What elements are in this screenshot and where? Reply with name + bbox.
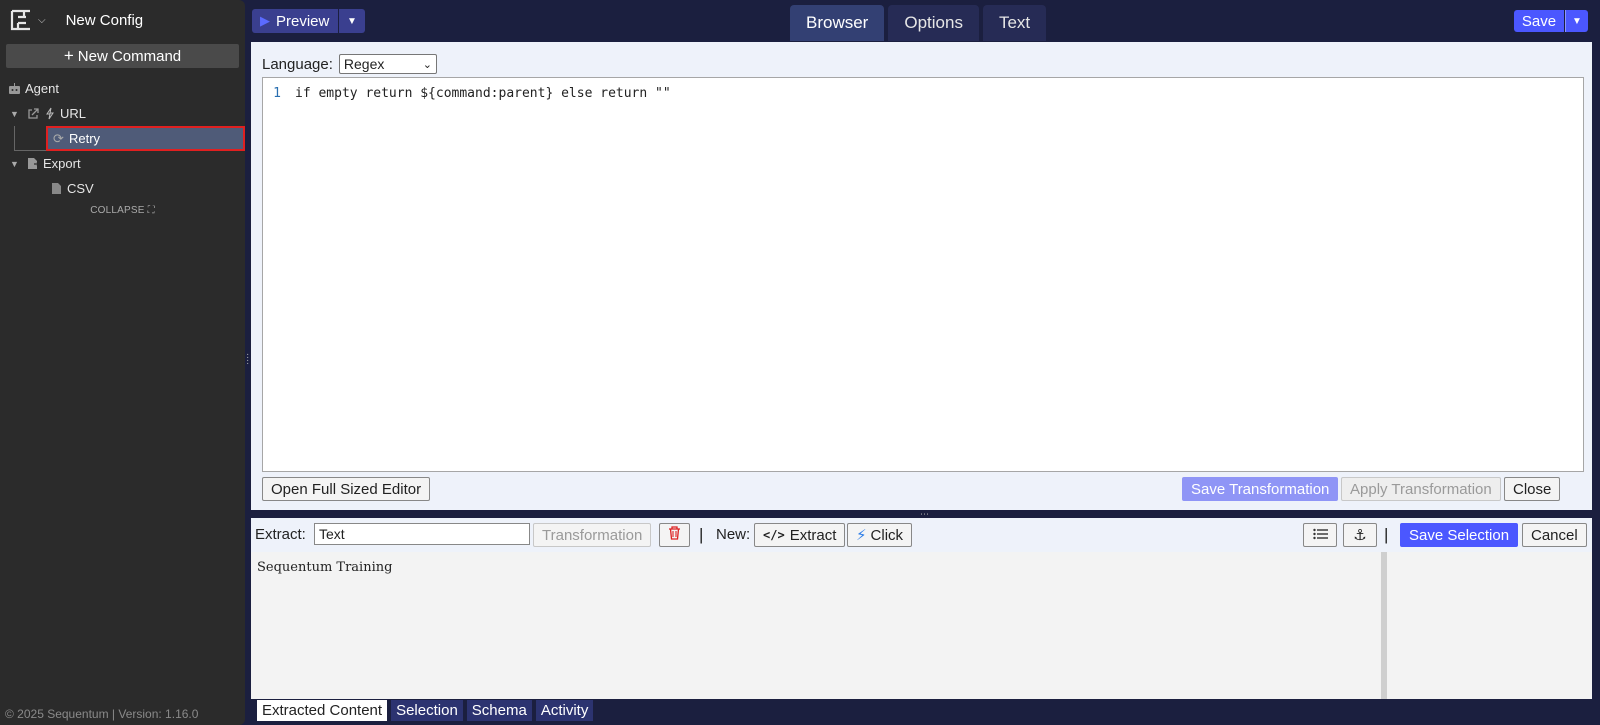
- extract-label: Extract:: [255, 526, 306, 543]
- top-bar: ▶ Preview ▼ Browser Options Text Save ▼: [252, 0, 1600, 42]
- chevron-down-icon[interactable]: ⌵: [38, 15, 46, 26]
- tab-activity[interactable]: Activity: [535, 700, 594, 721]
- save-dropdown-button[interactable]: ▼: [1565, 10, 1588, 32]
- tree-item-retry-wrapper: ⟳ Retry: [0, 126, 245, 151]
- extraction-panel: Extract: Text Transformation | New: </> …: [251, 518, 1592, 699]
- anchor-icon: ⚓: [1353, 527, 1367, 544]
- code-line: 1 if empty return ${command:parent} else…: [263, 78, 1583, 101]
- caret-down-icon: ▼: [347, 15, 357, 27]
- tree-item-label: Export: [43, 156, 81, 171]
- open-full-editor-button[interactable]: Open Full Sized Editor: [262, 477, 431, 501]
- caret-down-icon: ▼: [1572, 15, 1582, 27]
- tree-item-label: URL: [60, 106, 87, 121]
- code-editor[interactable]: 1 if empty return ${command:parent} else…: [262, 77, 1584, 472]
- expand-corners-icon: ⛶: [147, 205, 155, 216]
- language-select[interactable]: Regex ⌄: [338, 54, 437, 74]
- sidebar: ⌵ New Config + New Command Agent ▼ URL ⟳…: [0, 0, 245, 725]
- file-csv-icon: [50, 182, 63, 195]
- robot-icon: [8, 82, 21, 95]
- tab-text[interactable]: Text: [982, 5, 1047, 41]
- tree-item-label: CSV: [67, 181, 94, 196]
- collapse-label: COLLAPSE: [90, 205, 145, 216]
- config-title: New Config: [65, 11, 144, 29]
- refresh-icon: ⟳: [53, 130, 64, 146]
- extracted-content-text: Sequentum Training: [257, 560, 393, 575]
- lightning-icon: ⚡: [856, 527, 867, 544]
- external-link-icon: [26, 107, 39, 120]
- new-command-label: New Command: [77, 47, 182, 65]
- tree-item-agent[interactable]: Agent: [0, 76, 245, 101]
- sequentum-logo-icon[interactable]: [10, 9, 32, 31]
- apply-transformation-button[interactable]: Apply Transformation: [1341, 477, 1501, 501]
- view-tabs: Browser Options Text: [790, 5, 1047, 41]
- transformation-button[interactable]: Transformation: [533, 523, 652, 547]
- lightning-outline-icon: [43, 107, 56, 120]
- tree-guide-line: [14, 126, 15, 151]
- new-label: New:: [716, 526, 751, 543]
- line-number: 1: [273, 86, 281, 101]
- collapse-all-button[interactable]: COLLAPSE ⛶: [0, 205, 245, 216]
- play-icon: ▶: [260, 13, 270, 28]
- tab-extracted-content[interactable]: Extracted Content: [257, 700, 388, 721]
- language-value: Regex: [343, 56, 385, 72]
- transformation-editor-panel: Language: Regex ⌄ 1 if empty return ${co…: [251, 42, 1592, 510]
- click-button-label: Click: [870, 526, 904, 544]
- list-view-button[interactable]: [1303, 523, 1337, 547]
- tab-schema[interactable]: Schema: [466, 700, 532, 721]
- new-command-button[interactable]: + New Command: [6, 44, 239, 68]
- extract-toolbar: Extract: Text Transformation | New: </> …: [251, 518, 1592, 552]
- tree-item-export[interactable]: ▼ Export: [0, 151, 245, 176]
- save-button[interactable]: Save: [1514, 10, 1564, 32]
- extract-type-input[interactable]: Text: [314, 523, 530, 545]
- toolbar-separator: |: [699, 525, 704, 544]
- preview-button[interactable]: ▶ Preview: [252, 9, 338, 33]
- bottom-tabs: Extracted Content Selection Schema Activ…: [257, 700, 594, 721]
- language-label: Language:: [262, 55, 333, 73]
- close-button[interactable]: Close: [1504, 477, 1561, 501]
- plus-icon: +: [63, 46, 74, 65]
- trash-icon: [668, 526, 681, 544]
- save-selection-button[interactable]: Save Selection: [1400, 523, 1519, 547]
- code-text: if empty return ${command:parent} else r…: [295, 86, 671, 101]
- tree-item-label: Retry: [69, 131, 101, 146]
- cancel-button[interactable]: Cancel: [1522, 523, 1587, 547]
- toolbar-separator: |: [1384, 525, 1389, 544]
- delete-button[interactable]: [659, 523, 690, 547]
- chevron-down-icon: ⌄: [422, 58, 432, 71]
- new-extract-button[interactable]: </> Extract: [754, 523, 846, 547]
- sidebar-resize-handle[interactable]: · · · ·: [246, 350, 249, 369]
- language-row: Language: Regex ⌄: [262, 54, 437, 74]
- command-tree: Agent ▼ URL ⟳ Retry ▼ Export CSV COLLAPS…: [0, 76, 245, 216]
- caret-down-icon[interactable]: ▼: [10, 109, 20, 119]
- version-footer: © 2025 Sequentum | Version: 1.16.0: [5, 707, 199, 721]
- file-export-icon: [26, 157, 39, 170]
- extract-button-label: Extract: [789, 526, 837, 544]
- tree-item-retry[interactable]: ⟳ Retry: [46, 126, 245, 151]
- tree-item-url[interactable]: ▼ URL: [0, 101, 245, 126]
- tab-browser[interactable]: Browser: [790, 5, 885, 41]
- tab-selection[interactable]: Selection: [391, 700, 463, 721]
- anchor-button[interactable]: ⚓: [1343, 523, 1377, 547]
- preview-label: Preview: [276, 12, 330, 30]
- preview-dropdown-button[interactable]: ▼: [339, 9, 365, 33]
- tree-item-csv[interactable]: CSV: [0, 176, 245, 201]
- content-divider-scrollbar[interactable]: [1381, 552, 1387, 699]
- caret-down-icon[interactable]: ▼: [10, 159, 20, 169]
- new-click-button[interactable]: ⚡ Click: [847, 523, 913, 547]
- tab-options[interactable]: Options: [888, 5, 979, 41]
- code-icon: </>: [763, 528, 785, 542]
- save-transformation-button[interactable]: Save Transformation: [1182, 477, 1339, 501]
- tree-item-label: Agent: [25, 81, 59, 96]
- sidebar-header: ⌵ New Config: [0, 0, 245, 40]
- editor-actions: Open Full Sized Editor Save Transformati…: [262, 477, 1584, 501]
- list-icon: [1312, 527, 1328, 544]
